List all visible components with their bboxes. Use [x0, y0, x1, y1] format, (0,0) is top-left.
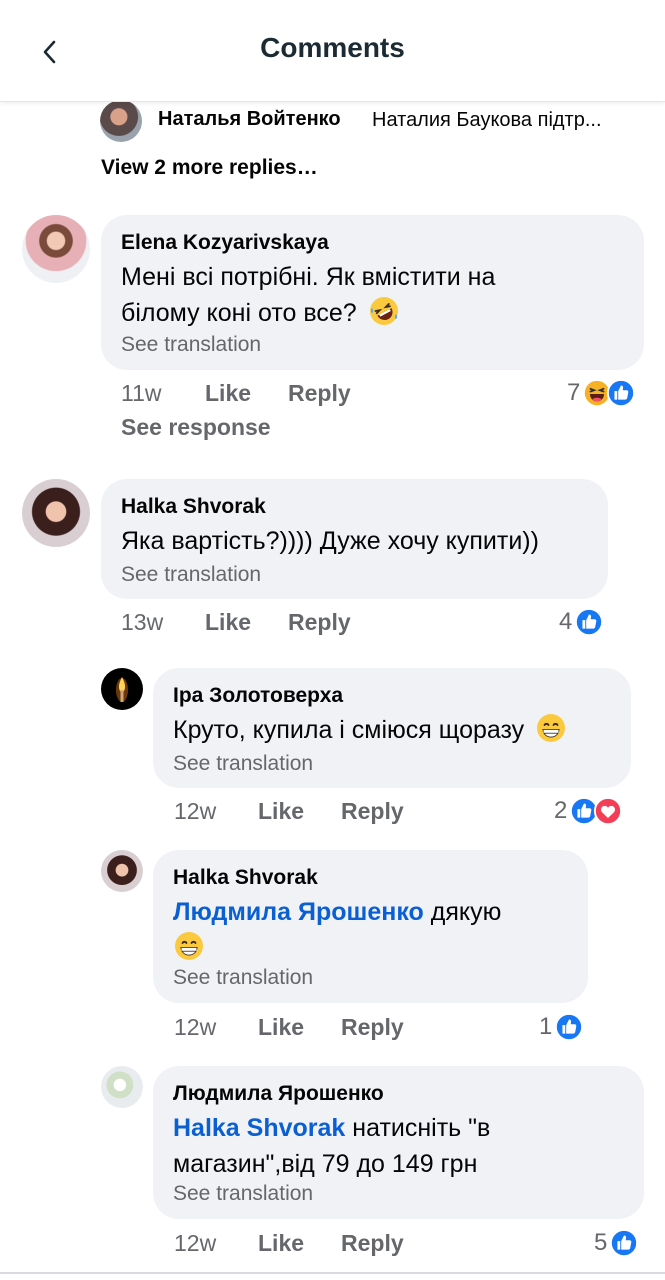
comment-actions: 12w Like Reply 2: [174, 798, 634, 830]
reaction-summary[interactable]: 7: [567, 378, 636, 408]
bottom-divider: [0, 1272, 665, 1274]
reaction-count: 4: [559, 608, 573, 635]
reaction-count: 2: [554, 797, 568, 824]
timestamp: 12w: [174, 1230, 217, 1256]
reply-button[interactable]: Reply: [341, 1014, 404, 1041]
comment-actions: 12w Like Reply 5: [174, 1230, 649, 1262]
timestamp: 12w: [174, 1014, 217, 1040]
comment-text: Людмила Ярошенко дякую: [173, 894, 501, 966]
comment-actions: 13w Like Reply 4: [121, 609, 611, 641]
comment-actions: 12w Like Reply 1: [174, 1014, 594, 1046]
reply-bubble: Іра Золотоверха Круто, купила і сміюся щ…: [153, 668, 631, 788]
comment-text: Мені всі потрібні. Як вмістити на білому…: [121, 259, 495, 331]
like-button[interactable]: Like: [258, 1014, 304, 1041]
comment-text: Halka Shvorak натисніть "в магазин",від …: [173, 1114, 491, 1178]
comment-author[interactable]: Halka Shvorak: [121, 495, 266, 519]
like-reaction-icon: [606, 378, 636, 408]
avatar[interactable]: [101, 850, 143, 892]
mention-link[interactable]: Людмила Ярошенко: [173, 898, 424, 926]
see-translation-link[interactable]: See translation: [173, 966, 313, 990]
reaction-summary[interactable]: 2: [554, 796, 623, 826]
reaction-summary[interactable]: 5: [594, 1228, 639, 1258]
comment-author[interactable]: Людмила Ярошенко: [173, 1082, 384, 1106]
reply-button[interactable]: Reply: [288, 380, 351, 407]
reaction-count: 7: [567, 379, 581, 406]
rofl-emoji-icon: [368, 295, 400, 327]
like-button[interactable]: Like: [205, 380, 251, 407]
like-reaction-icon: [554, 1012, 584, 1042]
like-reaction-icon: [574, 607, 604, 637]
avatar[interactable]: [22, 479, 90, 547]
comment-author[interactable]: Іра Золотоверха: [173, 684, 343, 708]
timestamp: 11w: [121, 380, 162, 406]
avatar[interactable]: [22, 215, 90, 283]
comment-bubble: Elena Kozyarivskaya Мені всі потрібні. Я…: [101, 215, 644, 370]
page-title: Comments: [260, 32, 405, 63]
reply-bubble: Людмила Ярошенко Halka Shvorak натисніть…: [153, 1066, 644, 1219]
love-reaction-icon: [593, 796, 623, 826]
top-bar: Comments: [0, 0, 665, 102]
see-response-link[interactable]: See response: [121, 414, 271, 441]
timestamp: 12w: [174, 798, 217, 824]
like-reaction-icon: [609, 1228, 639, 1258]
comment-author[interactable]: Elena Kozyarivskaya: [121, 231, 329, 255]
comment-bubble: Halka Shvorak Яка вартість?)))) Дуже хоч…: [101, 479, 608, 599]
reply-button[interactable]: Reply: [288, 609, 351, 636]
reaction-summary[interactable]: 1: [539, 1012, 584, 1042]
see-translation-link[interactable]: See translation: [121, 563, 261, 587]
avatar[interactable]: [101, 668, 143, 710]
grin-emoji-icon: [535, 712, 567, 744]
avatar[interactable]: [100, 100, 142, 142]
like-button[interactable]: Like: [258, 1230, 304, 1257]
timestamp: 13w: [121, 609, 164, 635]
like-button[interactable]: Like: [258, 798, 304, 825]
mention-link[interactable]: Halka Shvorak: [173, 1114, 345, 1142]
comment-text: Яка вартість?)))) Дуже хочу купити)): [121, 527, 539, 555]
comment-actions: 11w Like Reply 7: [121, 380, 646, 412]
reaction-count: 1: [539, 1013, 553, 1040]
see-translation-link[interactable]: See translation: [173, 1182, 313, 1206]
comment-text: Круто, купила і сміюся щоразу: [173, 712, 567, 748]
collapsed-reply[interactable]: Наталья Войтенко Наталия Баукова підтр..…: [100, 100, 640, 142]
reply-author[interactable]: Наталья Войтенко: [158, 108, 341, 131]
reply-button[interactable]: Reply: [341, 1230, 404, 1257]
reply-button[interactable]: Reply: [341, 798, 404, 825]
reply-snippet: Наталия Баукова підтр...: [372, 109, 602, 131]
reaction-summary[interactable]: 4: [559, 607, 604, 637]
grin-emoji-icon: [173, 930, 205, 962]
see-translation-link[interactable]: See translation: [121, 333, 261, 357]
reply-bubble: Halka Shvorak Людмила Ярошенко дякую See…: [153, 850, 588, 1003]
see-translation-link[interactable]: See translation: [173, 752, 313, 776]
candle-icon: [116, 677, 128, 702]
reaction-count: 5: [594, 1229, 608, 1256]
avatar[interactable]: [101, 1066, 143, 1108]
view-more-replies-link[interactable]: View 2 more replies…: [101, 156, 318, 180]
like-button[interactable]: Like: [205, 609, 251, 636]
comment-author[interactable]: Halka Shvorak: [173, 866, 318, 890]
